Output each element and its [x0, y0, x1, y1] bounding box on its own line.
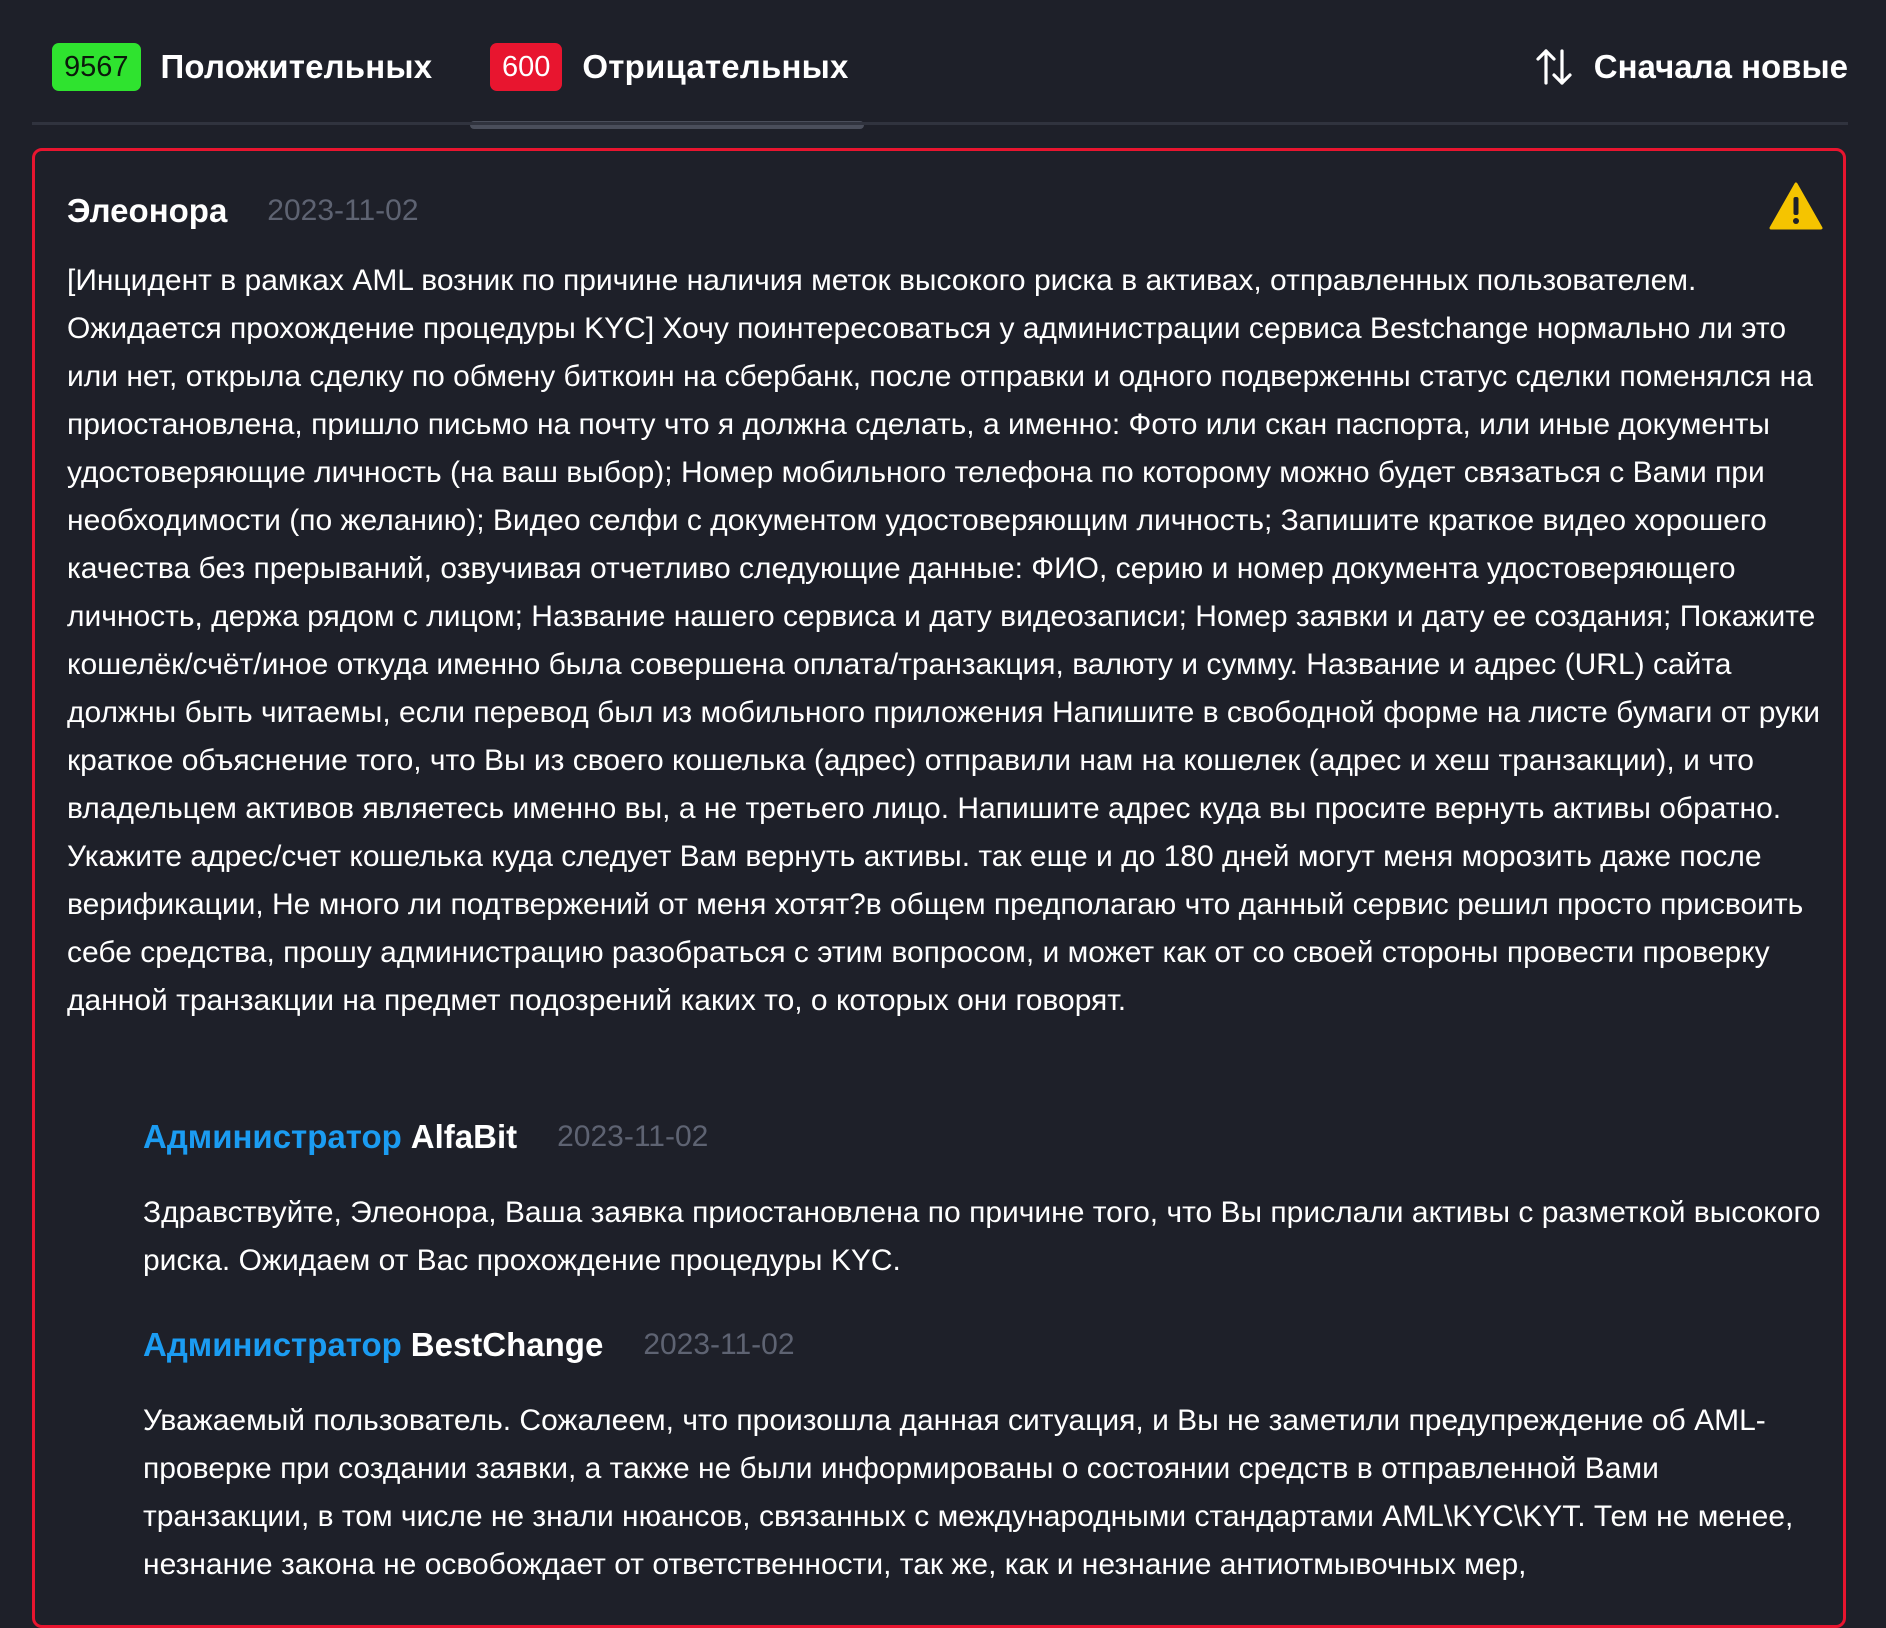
review-author: Элеонора [67, 192, 228, 229]
admin-reply: Администратор BestChange 2023-11-02 Уваж… [143, 1317, 1833, 1589]
reply-date: 2023-11-02 [643, 1328, 795, 1361]
reply-text: Здравствуйте, Элеонора, Ваша заявка прио… [143, 1196, 1821, 1277]
reply-org: BestChange [410, 1326, 604, 1363]
sort-arrows-icon [1536, 49, 1572, 85]
review-header: Элеонора 2023-11-02 [67, 181, 1823, 241]
reply-role: Администратор [143, 1326, 402, 1363]
tab-positive-label: Положительных [160, 48, 433, 85]
reply-date: 2023-11-02 [557, 1120, 709, 1153]
reply-org: AlfaBit [410, 1118, 518, 1155]
warning-icon [1769, 182, 1823, 230]
tab-positive[interactable]: 9567 Положительных [52, 42, 432, 92]
admin-reply: Администратор AlfaBit 2023-11-02 Здравст… [143, 1109, 1833, 1285]
reply-text: Уважаемый пользователь. Сожалеем, что пр… [143, 1404, 1794, 1581]
review-filter-bar: 9567 Положительных 600 Отрицательных Сна… [32, 0, 1848, 129]
review-text: [Инцидент в рамках AML возник по причине… [67, 264, 1821, 1017]
negative-count-badge: 600 [490, 43, 563, 91]
reply-role: Администратор [143, 1118, 402, 1155]
review-date: 2023-11-02 [267, 194, 419, 227]
positive-count-badge: 9567 [52, 43, 141, 91]
tabs-divider [32, 122, 1848, 125]
tab-negative-label: Отрицательных [582, 48, 849, 85]
tab-negative[interactable]: 600 Отрицательных [490, 42, 849, 92]
sort-label: Сначала новые [1593, 48, 1848, 85]
review-card: Элеонора 2023-11-02 [Инцидент в рамках A… [32, 148, 1846, 1628]
reply-header: Администратор BestChange 2023-11-02 [143, 1317, 1833, 1373]
reply-header: Администратор AlfaBit 2023-11-02 [143, 1109, 1833, 1165]
sort-newest-button[interactable]: Сначала новые [1532, 42, 1848, 92]
